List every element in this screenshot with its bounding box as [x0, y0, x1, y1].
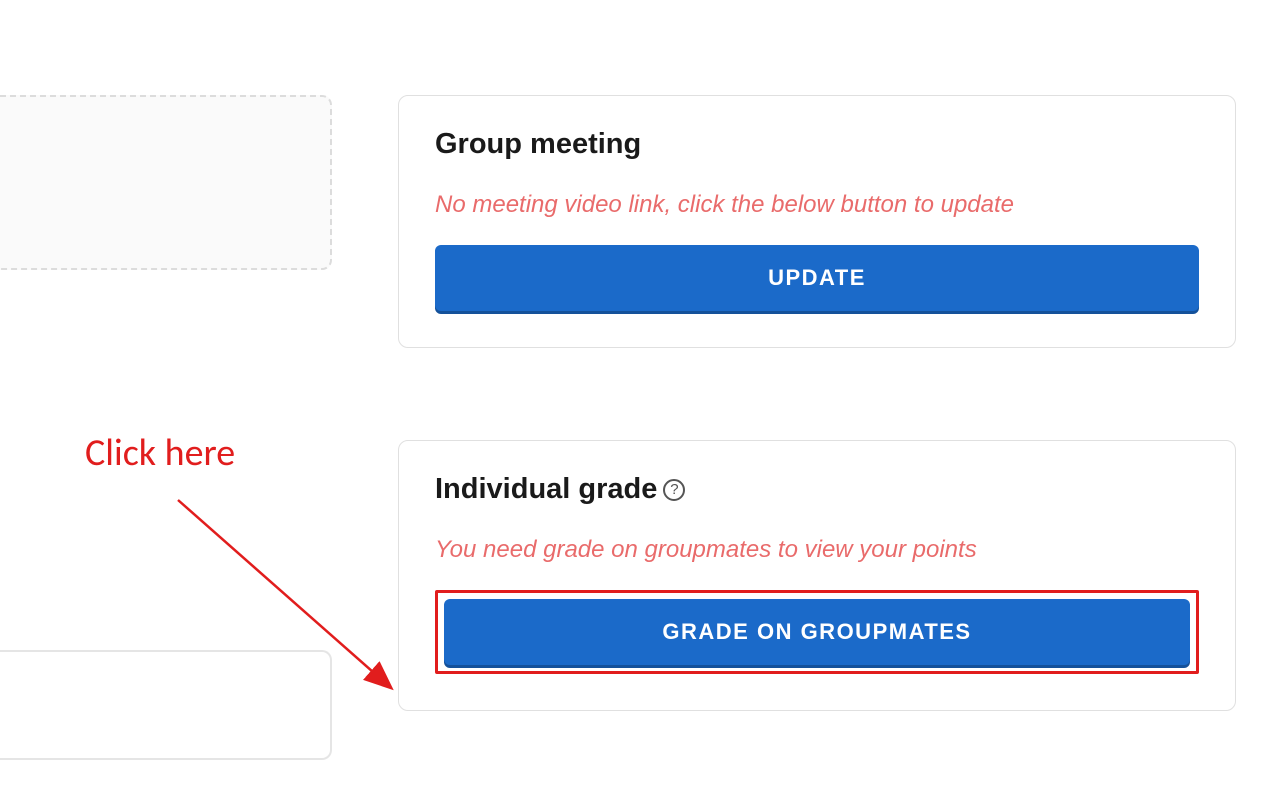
- grade-on-groupmates-button[interactable]: GRADE ON GROUPMATES: [444, 599, 1190, 665]
- group-meeting-title-text: Group meeting: [435, 128, 641, 161]
- update-button[interactable]: UPDATE: [435, 245, 1199, 311]
- individual-grade-card: Individual grade ? You need grade on gro…: [398, 440, 1236, 711]
- annotation-label: Click here: [85, 430, 235, 476]
- annotation-highlight-box: GRADE ON GROUPMATES: [435, 590, 1199, 674]
- group-meeting-warning: No meeting video link, click the below b…: [435, 189, 1199, 221]
- group-meeting-title: Group meeting: [435, 128, 1199, 161]
- left-placeholder-dashed: [0, 95, 332, 270]
- group-meeting-card: Group meeting No meeting video link, cli…: [398, 95, 1236, 348]
- individual-grade-warning: You need grade on groupmates to view you…: [435, 534, 1199, 566]
- left-placeholder-solid: [0, 650, 332, 760]
- help-icon[interactable]: ?: [663, 479, 685, 501]
- individual-grade-title-text: Individual grade: [435, 473, 657, 506]
- individual-grade-title: Individual grade ?: [435, 473, 1199, 506]
